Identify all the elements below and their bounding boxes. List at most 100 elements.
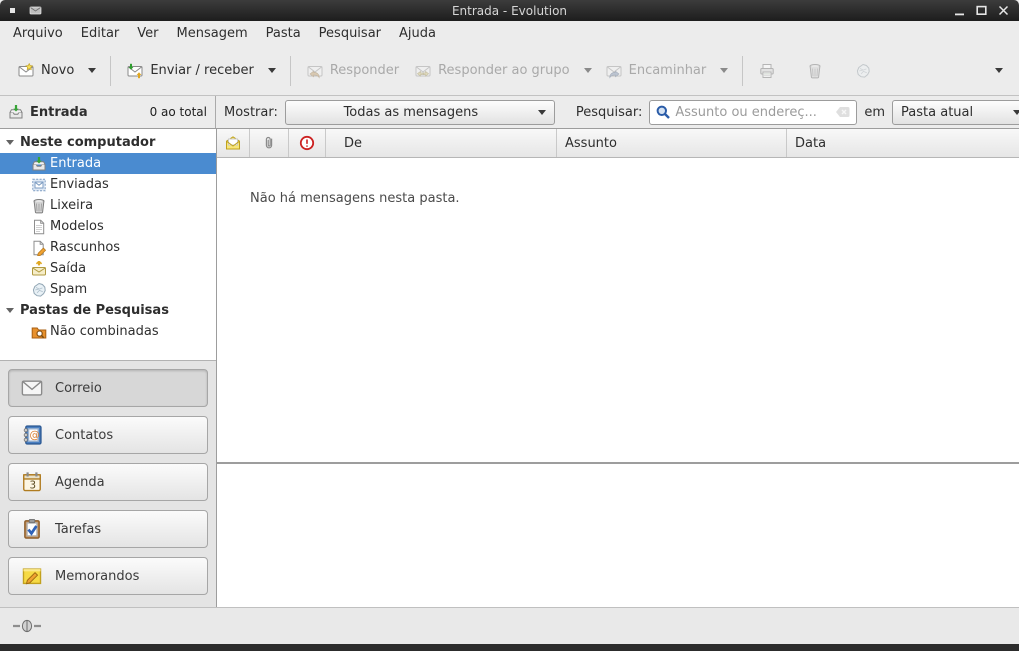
- chevron-down-icon: [268, 68, 276, 73]
- message-pane: De Assunto Data Não há mensagens nesta p…: [217, 129, 1019, 607]
- menu-ajuda[interactable]: Ajuda: [390, 23, 445, 44]
- new-dropdown-button[interactable]: [82, 62, 102, 79]
- svg-text:3: 3: [30, 479, 37, 491]
- forward-dropdown-button[interactable]: [714, 62, 734, 79]
- junk-button[interactable]: [847, 57, 879, 85]
- delete-group: [799, 57, 831, 85]
- mail-icon: [21, 377, 43, 399]
- minimize-button[interactable]: [951, 3, 967, 19]
- switcher-label: Agenda: [55, 475, 105, 490]
- switcher-button-agenda[interactable]: 3 Agenda: [8, 463, 208, 501]
- message-list-header: De Assunto Data: [217, 129, 1019, 158]
- menu-ver[interactable]: Ver: [128, 23, 167, 44]
- sidebar-item-enviadas[interactable]: Enviadas: [0, 174, 216, 195]
- printer-icon: [759, 63, 775, 79]
- reply-all-dropdown-button[interactable]: [578, 62, 598, 79]
- column-priority[interactable]: [289, 129, 326, 157]
- read-status-icon: [225, 135, 241, 151]
- print-group: [751, 57, 783, 85]
- reply-all-button[interactable]: Responder ao grupo: [407, 57, 578, 85]
- sidebar-item-entrada[interactable]: Entrada: [0, 153, 216, 174]
- column-attachment[interactable]: [250, 129, 289, 157]
- switcher-button-tarefas[interactable]: Tarefas: [8, 510, 208, 548]
- menubar: Arquivo Editar Ver Mensagem Pasta Pesqui…: [0, 21, 1019, 46]
- search-box: [649, 100, 857, 125]
- scope-label: em: [864, 105, 885, 120]
- menu-arquivo[interactable]: Arquivo: [4, 23, 72, 44]
- sidebar-item-rascunhos[interactable]: Rascunhos: [0, 237, 216, 258]
- search-scope-dropdown[interactable]: Pasta atual: [892, 100, 1019, 125]
- reply-group: Responder: [299, 57, 407, 85]
- message-list[interactable]: Não há mensagens nesta pasta.: [217, 158, 1019, 462]
- maximize-button[interactable]: [973, 3, 989, 19]
- window-menu-icon[interactable]: [10, 8, 15, 13]
- menu-pesquisar[interactable]: Pesquisar: [310, 23, 390, 44]
- switcher-button-correio[interactable]: Correio: [8, 369, 208, 407]
- print-button[interactable]: [751, 57, 783, 85]
- switcher-label: Contatos: [55, 428, 113, 443]
- sidebar-item-spam[interactable]: Spam: [0, 279, 216, 300]
- sidebar-group-pastas-de-pesquisas[interactable]: Pastas de Pesquisas: [0, 300, 216, 321]
- switcher-label: Correio: [55, 381, 102, 396]
- expander-icon[interactable]: [6, 308, 14, 313]
- attachment-icon: [261, 135, 277, 151]
- online-status-button[interactable]: [13, 619, 41, 633]
- folder-label: Modelos: [50, 219, 104, 234]
- reply-all-button-label: Responder ao grupo: [438, 63, 570, 78]
- show-label: Mostrar:: [224, 105, 278, 120]
- reply-button-label: Responder: [330, 63, 399, 78]
- search-input[interactable]: [675, 105, 831, 120]
- priority-icon: [299, 135, 315, 151]
- send-receive-dropdown-button[interactable]: [262, 62, 282, 79]
- new-button[interactable]: Novo: [10, 57, 82, 85]
- toolbar-separator: [290, 56, 291, 86]
- folder-label: Não combinadas: [50, 324, 159, 339]
- delete-button[interactable]: [799, 57, 831, 85]
- sidebar-group-neste-computador[interactable]: Neste computador: [0, 132, 216, 153]
- folder-label: Spam: [50, 282, 87, 297]
- magnifier-icon: [655, 104, 671, 120]
- switcher-button-memorandos[interactable]: Memorandos: [8, 557, 208, 595]
- statusbar: [0, 607, 1019, 644]
- toolbar: Novo Enviar / receber Responder Responde…: [0, 46, 1019, 96]
- current-folder-label: Entrada: [30, 105, 88, 120]
- folder-label: Entrada: [50, 156, 101, 171]
- reply-all-icon: [415, 63, 431, 79]
- chevron-down-icon: [538, 110, 546, 115]
- send-receive-label: Enviar / receber: [150, 63, 254, 78]
- column-assunto[interactable]: Assunto: [557, 129, 787, 157]
- reply-all-group: Responder ao grupo: [407, 57, 598, 85]
- close-button[interactable]: [995, 3, 1011, 19]
- forward-group: Encaminhar: [598, 57, 735, 85]
- forward-button-label: Encaminhar: [629, 63, 707, 78]
- group-label: Neste computador: [20, 135, 155, 150]
- send-receive-button[interactable]: Enviar / receber: [119, 57, 262, 85]
- folder-label: Lixeira: [50, 198, 93, 213]
- expander-icon[interactable]: [6, 140, 14, 145]
- reply-button[interactable]: Responder: [299, 57, 407, 85]
- search-folder-icon: [31, 324, 47, 340]
- sidebar-item-lixeira[interactable]: Lixeira: [0, 195, 216, 216]
- menu-mensagem[interactable]: Mensagem: [168, 23, 257, 44]
- sidebar-item-saida[interactable]: Saída: [0, 258, 216, 279]
- menu-editar[interactable]: Editar: [72, 23, 129, 44]
- toolbar-overflow-button[interactable]: [989, 62, 1009, 79]
- chevron-down-icon: [584, 68, 592, 73]
- folder-label: Saída: [50, 261, 86, 276]
- view-switcher: Correio @ Contatos 3 Agenda Tarefas Memo…: [0, 360, 216, 607]
- folder-label: Rascunhos: [50, 240, 120, 255]
- column-de[interactable]: De: [326, 129, 557, 157]
- clear-search-icon[interactable]: [835, 104, 851, 120]
- search-scope-value: Pasta atual: [901, 105, 1013, 120]
- menu-pasta[interactable]: Pasta: [257, 23, 310, 44]
- sidebar-item-nao-combinadas[interactable]: Não combinadas: [0, 321, 216, 342]
- column-data[interactable]: Data: [787, 129, 1019, 157]
- column-read-status[interactable]: [217, 129, 250, 157]
- current-folder-header: Entrada 0 ao total: [0, 96, 216, 128]
- show-filter-dropdown[interactable]: Todas as mensagens: [285, 100, 555, 125]
- reply-icon: [307, 63, 323, 79]
- new-mail-icon: [18, 63, 34, 79]
- sidebar-item-modelos[interactable]: Modelos: [0, 216, 216, 237]
- forward-button[interactable]: Encaminhar: [598, 57, 715, 85]
- switcher-button-contatos[interactable]: @ Contatos: [8, 416, 208, 454]
